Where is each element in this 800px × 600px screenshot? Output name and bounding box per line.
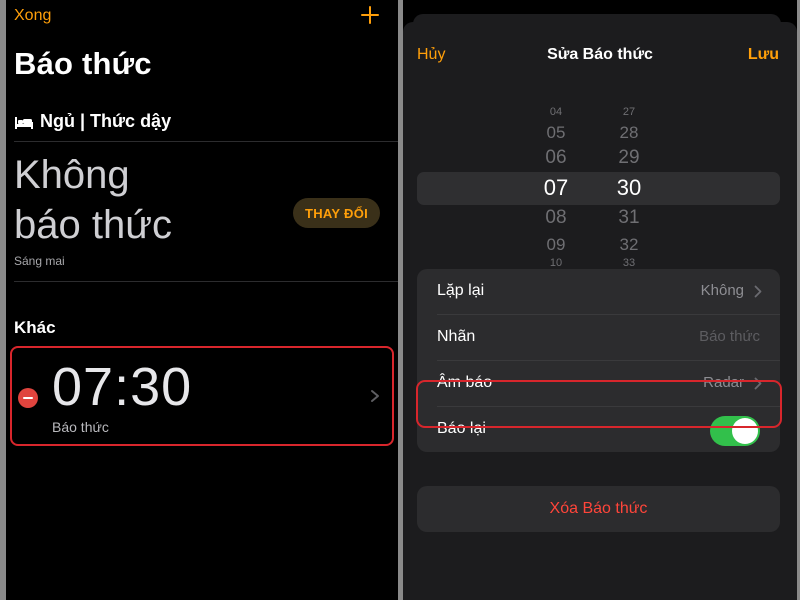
picker-value: 27 bbox=[622, 106, 636, 118]
no-alarm-line-1: Không bbox=[14, 153, 130, 197]
label-row[interactable]: Nhãn Báo thức bbox=[417, 315, 780, 360]
tomorrow-label: Sáng mai bbox=[14, 254, 65, 268]
picker-value-selected: 07 bbox=[543, 175, 569, 200]
delete-alarm-button[interactable]: Xóa Báo thức bbox=[417, 486, 780, 532]
picker-value: 09 bbox=[546, 235, 566, 254]
alarm-label: Báo thức bbox=[52, 419, 109, 435]
alarm-time: 07:30 bbox=[52, 357, 193, 417]
picker-value: 04 bbox=[549, 106, 563, 118]
picker-value: 05 bbox=[546, 123, 566, 142]
picker-value: 28 bbox=[619, 123, 639, 142]
repeat-value: Không bbox=[700, 282, 744, 299]
picker-value: 06 bbox=[545, 147, 567, 168]
picker-value: 31 bbox=[618, 207, 640, 228]
repeat-label: Lặp lại bbox=[437, 282, 485, 299]
done-button[interactable]: Xong bbox=[14, 7, 51, 25]
no-alarm-line-2: báo thức bbox=[14, 203, 172, 247]
other-section-header: Khác bbox=[14, 318, 56, 337]
divider bbox=[14, 141, 398, 142]
sleep-wake-section-header: Ngủ | Thức dậy bbox=[14, 111, 171, 132]
delete-minus-icon[interactable] bbox=[18, 388, 38, 408]
picker-value: 33 bbox=[622, 257, 636, 269]
picker-value: 32 bbox=[619, 235, 639, 254]
repeat-row[interactable]: Lặp lại Không bbox=[417, 269, 780, 314]
sleep-wake-label: Ngủ | Thức dậy bbox=[40, 111, 172, 131]
picker-value-selected: 30 bbox=[616, 175, 642, 200]
bed-icon bbox=[15, 116, 33, 129]
sound-row-highlight bbox=[416, 380, 782, 428]
no-alarm-text: Không báo thức bbox=[14, 150, 172, 250]
time-picker[interactable]: 04 05 06 07 08 09 10 27 28 29 30 31 32 3… bbox=[403, 96, 797, 272]
top-nav-bar: Xong bbox=[6, 0, 398, 34]
label-input[interactable]: Báo thức bbox=[699, 328, 760, 345]
sheet-title: Sửa Báo thức bbox=[547, 46, 653, 63]
change-button[interactable]: THAY ĐỔI bbox=[293, 198, 380, 228]
save-button[interactable]: Lưu bbox=[748, 46, 779, 64]
picker-value: 08 bbox=[545, 207, 567, 228]
label-field-label: Nhãn bbox=[437, 328, 476, 345]
picker-value: 29 bbox=[618, 147, 640, 168]
page-title: Báo thức bbox=[14, 46, 152, 81]
chevron-right-icon bbox=[371, 390, 379, 402]
edit-alarm-screen: Hủy Sửa Báo thức Lưu 04 05 06 07 08 09 1… bbox=[403, 0, 797, 600]
chevron-right-icon bbox=[754, 285, 762, 298]
divider bbox=[14, 281, 398, 282]
add-alarm-plus-icon[interactable] bbox=[360, 5, 380, 25]
alarm-row[interactable]: 07:30 Báo thức bbox=[10, 346, 394, 446]
alarm-list-screen: Xong Báo thức Ngủ | Thức dậy Không báo t… bbox=[6, 0, 398, 600]
picker-value: 10 bbox=[549, 257, 563, 269]
